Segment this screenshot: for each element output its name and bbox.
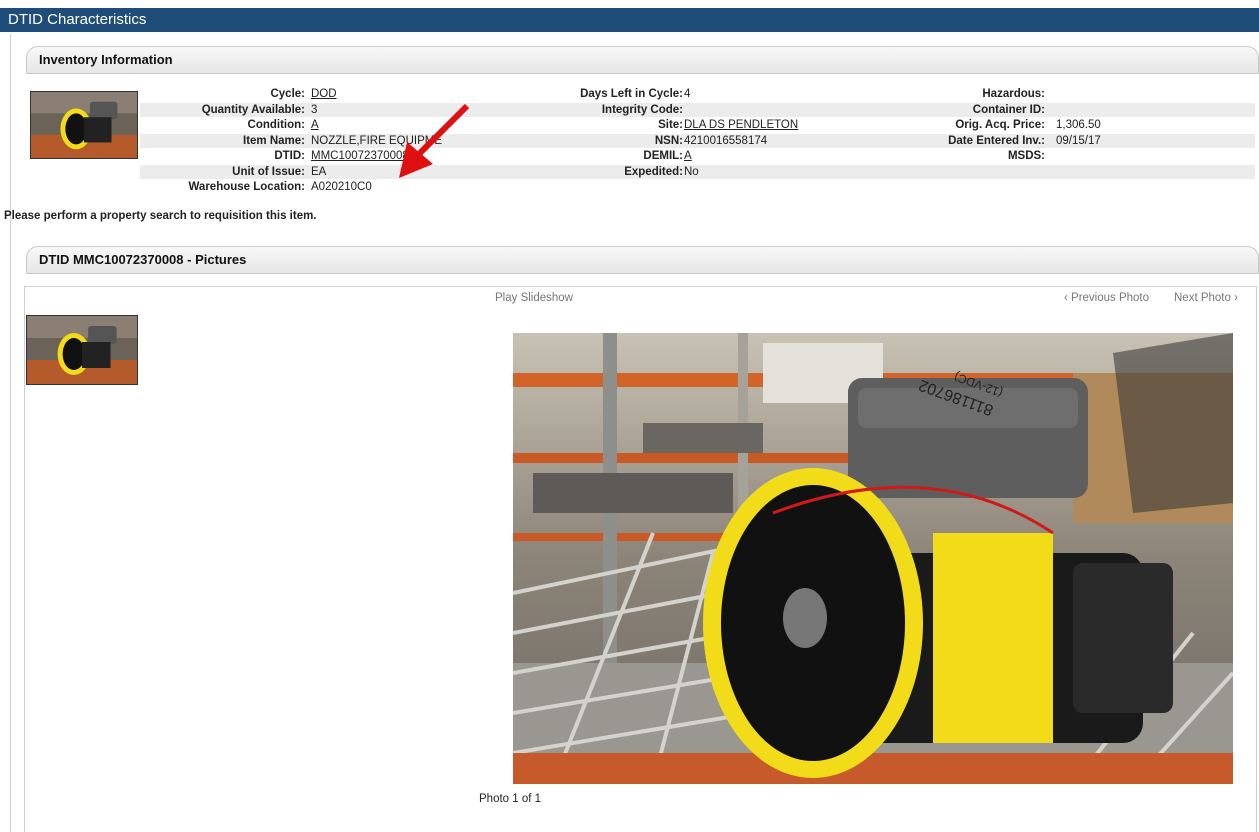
field-value-link[interactable]: A: [684, 150, 692, 162]
field-value: A020210C0: [311, 181, 372, 193]
window-title-bar: DTID Characteristics: [0, 8, 1259, 32]
nozzle-photo-thumbnail-small: [27, 316, 137, 384]
field-value: 1,306.50: [1056, 119, 1101, 131]
previous-photo-link[interactable]: ‹ Previous Photo: [1064, 292, 1149, 304]
annotation-arrow-icon: [399, 103, 470, 178]
field-value: A: [684, 149, 692, 163]
field-value-link[interactable]: DOD: [311, 88, 337, 100]
field-label: Expedited:: [624, 165, 683, 178]
field-label: Integrity Code:: [601, 103, 683, 116]
field-label: DEMIL:: [643, 150, 683, 162]
inventory-thumbnail[interactable]: [30, 91, 138, 159]
field-label: Container ID:: [972, 103, 1045, 116]
field-label: Days Left in Cycle:: [580, 88, 683, 100]
field-label: Quantity Available:: [201, 103, 305, 116]
field-value: EA: [311, 165, 327, 178]
photo-caption: Photo 1 of 1: [479, 793, 542, 805]
inventory-panel-header: Inventory Information: [26, 46, 1259, 74]
requisition-note: Please perform a property search to requ…: [4, 210, 317, 222]
field-value: DOD: [311, 87, 337, 101]
content-border: [10, 34, 11, 832]
next-photo-link[interactable]: Next Photo ›: [1174, 292, 1238, 304]
field-label: Warehouse Location:: [188, 181, 306, 193]
field-label: Condition:: [247, 119, 305, 131]
inventory-panel-title: Inventory Information: [39, 52, 173, 67]
field-value: 4: [684, 88, 691, 100]
field-label: DTID:: [274, 150, 305, 162]
field-value: DLA DS PENDLETON: [684, 118, 798, 132]
field-label: Item Name:: [243, 134, 305, 147]
info-row-background: [140, 180, 1255, 194]
pictures-panel-title: DTID MMC10072370008 - Pictures: [39, 252, 247, 267]
field-value: 4210016558174: [684, 134, 768, 147]
info-row-background: [140, 87, 1255, 101]
field-label: Hazardous:: [982, 88, 1045, 100]
play-slideshow-link[interactable]: Play Slideshow: [495, 292, 573, 304]
field-value: 09/15/17: [1056, 134, 1101, 147]
field-label: Unit of Issue:: [232, 165, 305, 178]
pictures-panel-header: DTID MMC10072370008 - Pictures: [26, 246, 1259, 274]
field-value: A: [311, 118, 319, 132]
field-label: Orig. Acq. Price:: [955, 119, 1045, 131]
field-value-link[interactable]: DLA DS PENDLETON: [684, 119, 798, 131]
field-label: MSDS:: [1007, 150, 1045, 162]
fire-nozzle-photo: 811186702 (12-VDC): [513, 333, 1233, 784]
field-label: Cycle:: [270, 88, 305, 100]
info-row-background: [140, 102, 1255, 117]
field-value-link[interactable]: A: [311, 119, 319, 131]
picture-thumbnail[interactable]: [26, 315, 138, 385]
nozzle-photo-thumbnail: [31, 92, 137, 158]
field-value: 3: [311, 103, 318, 116]
field-label: NSN:: [654, 134, 683, 147]
field-value: No: [684, 165, 699, 178]
info-row-background: [140, 149, 1255, 163]
window-title: DTID Characteristics: [8, 11, 147, 28]
field-label: Site:: [658, 119, 683, 131]
main-photo: 811186702 (12-VDC): [513, 333, 1233, 784]
field-label: Date Entered Inv.:: [948, 134, 1045, 147]
